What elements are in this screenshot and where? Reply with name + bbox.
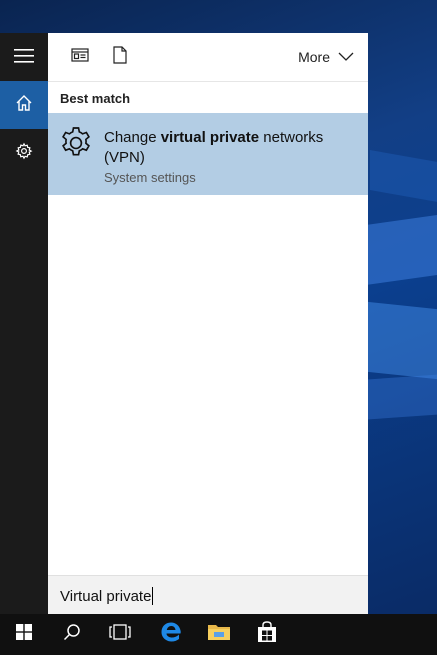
task-view-button[interactable] <box>96 614 144 655</box>
home-button[interactable] <box>0 81 48 129</box>
home-icon <box>15 94 33 117</box>
result-title: Change virtual private networks (VPN) <box>104 128 354 168</box>
store-button[interactable] <box>243 614 291 655</box>
settings-button[interactable] <box>0 129 48 177</box>
apps-filter-button[interactable] <box>70 47 90 67</box>
store-icon <box>256 621 278 648</box>
task-view-icon <box>109 624 131 645</box>
hamburger-menu-icon <box>14 47 34 68</box>
wallpaper-light-beam <box>370 150 437 208</box>
windows-start-icon <box>16 624 32 645</box>
search-input-value-wrap: Virtual private <box>60 587 154 605</box>
start-button[interactable] <box>0 614 48 655</box>
text-caret <box>152 587 154 605</box>
edge-icon <box>160 621 182 648</box>
result-subtitle: System settings <box>104 170 196 185</box>
gear-icon <box>58 125 94 161</box>
taskbar <box>0 614 437 655</box>
result-title-bold: virtual private <box>160 129 260 146</box>
documents-filter-button[interactable] <box>110 45 130 69</box>
documents-icon <box>113 45 127 69</box>
best-match-result[interactable]: Change virtual private networks (VPN) Sy… <box>48 113 368 195</box>
taskbar-search-button[interactable] <box>48 614 96 655</box>
hamburger-menu-button[interactable] <box>0 33 48 81</box>
search-panel: More Best match Change virtual private n… <box>48 33 368 615</box>
apps-icon <box>71 47 89 67</box>
file-explorer-icon <box>207 622 231 647</box>
more-filters-button[interactable]: More <box>298 33 354 81</box>
start-left-rail <box>0 33 48 614</box>
search-toolbar: More <box>48 33 368 82</box>
search-input[interactable]: Virtual private <box>48 575 368 615</box>
wallpaper-light-beam <box>360 371 437 420</box>
gear-icon <box>15 142 33 165</box>
best-match-heading: Best match <box>60 91 131 106</box>
more-label: More <box>298 49 330 65</box>
edge-button[interactable] <box>147 614 195 655</box>
file-explorer-button[interactable] <box>195 614 243 655</box>
search-icon <box>63 623 81 646</box>
chevron-down-icon <box>338 49 354 65</box>
result-title-part1: Change <box>104 129 161 146</box>
search-input-value: Virtual private <box>60 587 152 605</box>
